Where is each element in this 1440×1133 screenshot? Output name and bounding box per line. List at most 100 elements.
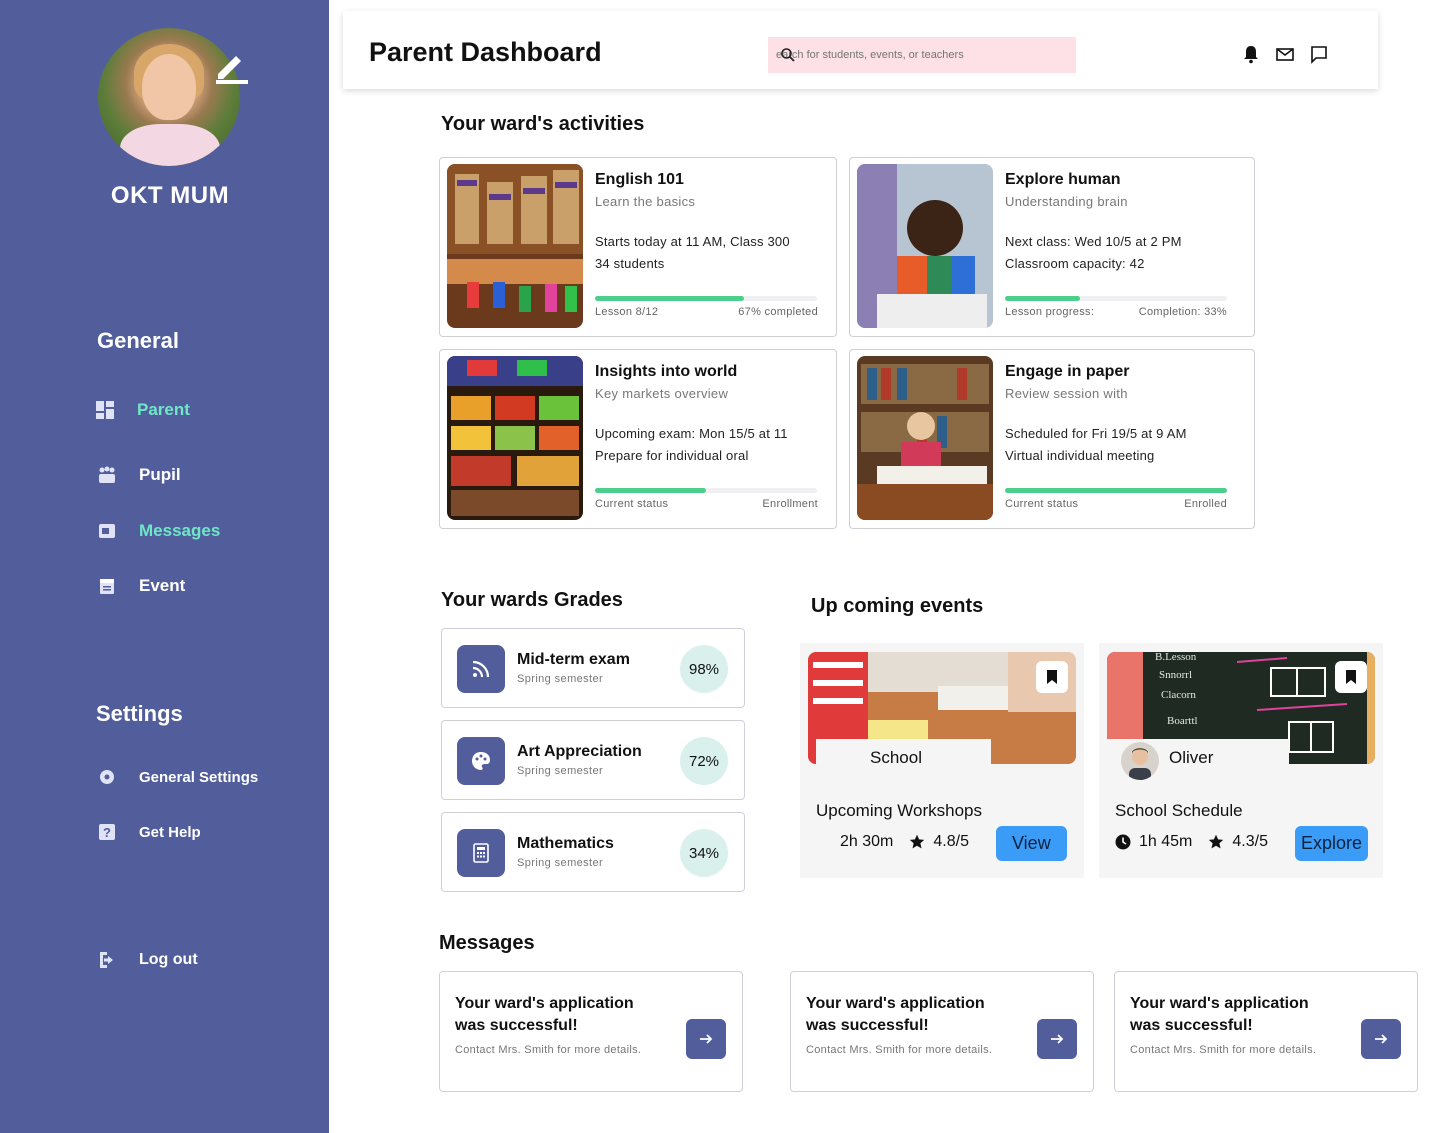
logout-button[interactable]: Log out	[97, 950, 198, 970]
activity-subtitle: Key markets overview	[595, 386, 729, 401]
message-card[interactable]: Your ward's application was successful! …	[790, 971, 1094, 1092]
activity-footer-right: 67% completed	[738, 306, 818, 318]
sidebar: OKT MUM General Parent Pupil Messages Ev…	[0, 0, 329, 1133]
event-meta: 2h 30m 4.8/5	[840, 833, 969, 851]
sidebar-item-messages[interactable]: Messages	[97, 521, 220, 541]
grade-subtitle: Spring semester	[517, 765, 604, 777]
grade-title: Mathematics	[517, 835, 614, 852]
event-meta: 1h 45m 4.3/5	[1115, 833, 1268, 851]
activity-subtitle: Review session with	[1005, 386, 1128, 401]
progress-bar	[1005, 488, 1227, 493]
grade-percent: 72%	[680, 737, 728, 785]
grade-subtitle: Spring semester	[517, 857, 604, 869]
mail-icon[interactable]	[1275, 44, 1295, 69]
bookmark-icon[interactable]	[1335, 661, 1367, 693]
activity-footer-left: Current status	[1005, 498, 1079, 510]
avatar	[1121, 742, 1159, 780]
sidebar-item-get-help[interactable]: ? Get Help	[97, 822, 201, 842]
activity-detail: Prepare for individual oral	[595, 448, 749, 463]
grade-card[interactable]: Mathematics Spring semester 34%	[441, 812, 745, 892]
message-body: Contact Mrs. Smith for more details.	[455, 1044, 642, 1056]
message-card[interactable]: Your ward's application was successful! …	[1114, 971, 1418, 1092]
activity-detail: Classroom capacity: 42	[1005, 256, 1145, 271]
grades-title: Your wards Grades	[441, 589, 623, 611]
bell-icon[interactable]	[1241, 44, 1261, 69]
svg-text:Clacorn: Clacorn	[1161, 689, 1196, 701]
avatar-body	[120, 124, 220, 166]
activity-footer-right: Enrollment	[762, 498, 818, 510]
event-rating: 4.8/5	[933, 833, 969, 850]
market-image	[447, 356, 583, 520]
message-card[interactable]: Your ward's application was successful! …	[439, 971, 743, 1092]
arrow-right-icon[interactable]	[1361, 1019, 1401, 1059]
activity-card[interactable]: Engage in paper Review session with Sche…	[849, 349, 1255, 529]
edit-icon[interactable]	[210, 46, 250, 86]
sidebar-item-event[interactable]: Event	[97, 576, 185, 596]
activity-card[interactable]: Explore human Understanding brain Next c…	[849, 157, 1255, 337]
progress-bar	[595, 488, 817, 493]
activity-detail: 34 students	[595, 256, 665, 271]
settings-section-title: Settings	[96, 701, 183, 726]
activity-card[interactable]: Insights into world Key markets overview…	[439, 349, 837, 529]
event-card[interactable]: B.Lesson Snnorrl Clacorn Boarttl Oliver Sch…	[1099, 643, 1383, 878]
progress-fill	[595, 488, 706, 493]
sidebar-item-label: Event	[139, 576, 186, 595]
activity-title: English 101	[595, 171, 684, 188]
svg-text:B.Lesson: B.Lesson	[1155, 652, 1197, 663]
top-bar: Parent Dashboard	[343, 11, 1378, 89]
sidebar-item-general-settings[interactable]: General Settings	[97, 767, 258, 787]
view-button[interactable]: View	[996, 826, 1067, 861]
sidebar-item-parent[interactable]: Parent	[95, 400, 190, 420]
activity-title: Explore human	[1005, 171, 1121, 188]
event-rating: 4.3/5	[1232, 833, 1268, 850]
chat-icon[interactable]	[1309, 44, 1329, 69]
activity-footer-right: Enrolled	[1184, 498, 1227, 510]
sidebar-item-label: Pupil	[139, 465, 181, 484]
grade-percent: 98%	[680, 645, 728, 693]
bookmark-icon[interactable]	[1036, 661, 1068, 693]
svg-text:Snnorrl: Snnorrl	[1159, 669, 1192, 681]
logout-icon	[97, 950, 117, 970]
activity-subtitle: Learn the basics	[595, 194, 696, 209]
sidebar-item-label: General Settings	[139, 768, 259, 786]
grade-title: Mid-term exam	[517, 651, 630, 668]
event-card[interactable]: School Upcoming Workshops 2h 30m 4.8/5 V…	[800, 643, 1084, 878]
activity-detail: Next class: Wed 10/5 at 2 PM	[1005, 234, 1182, 249]
general-section-title: General	[97, 328, 179, 353]
activity-card[interactable]: English 101 Learn the basics Starts toda…	[439, 157, 837, 337]
grade-card[interactable]: Mid-term exam Spring semester 98%	[441, 628, 745, 708]
reading-image	[857, 356, 993, 520]
event-name: School Schedule	[1115, 801, 1243, 820]
search-input[interactable]	[768, 37, 1076, 73]
message-title: Your ward's application was successful!	[455, 995, 634, 1034]
progress-fill	[1005, 488, 1227, 493]
activity-title: Engage in paper	[1005, 363, 1130, 380]
events-title: Up coming events	[811, 595, 984, 617]
message-body: Contact Mrs. Smith for more details.	[1130, 1044, 1317, 1056]
svg-text:Boarttl: Boarttl	[1167, 715, 1198, 727]
arrow-right-icon[interactable]	[1037, 1019, 1077, 1059]
messages-icon	[97, 521, 117, 541]
explore-button[interactable]: Explore	[1295, 826, 1369, 861]
grade-card[interactable]: Art Appreciation Spring semester 72%	[441, 720, 745, 800]
sidebar-item-label: Parent	[137, 400, 190, 419]
activity-subtitle: Understanding brain	[1005, 194, 1128, 209]
calendar-icon	[97, 576, 117, 596]
event-label: School	[816, 739, 991, 777]
clock-icon	[1115, 834, 1131, 850]
messages-title: Messages	[439, 932, 535, 954]
avatar-face	[142, 54, 196, 120]
calculator-icon	[457, 829, 505, 877]
event-duration: 2h 30m	[840, 833, 894, 850]
activity-footer-left: Current status	[595, 498, 669, 510]
activity-title: Insights into world	[595, 363, 738, 380]
help-icon: ?	[97, 822, 117, 842]
svg-text:?: ?	[103, 825, 111, 840]
search-bar[interactable]	[768, 37, 1076, 73]
arrow-right-icon[interactable]	[686, 1019, 726, 1059]
sidebar-item-label: Messages	[139, 521, 221, 540]
gear-icon	[97, 767, 117, 787]
sidebar-item-pupil[interactable]: Pupil	[97, 465, 181, 485]
grade-title: Art Appreciation	[517, 743, 642, 760]
top-icons	[1241, 44, 1329, 69]
